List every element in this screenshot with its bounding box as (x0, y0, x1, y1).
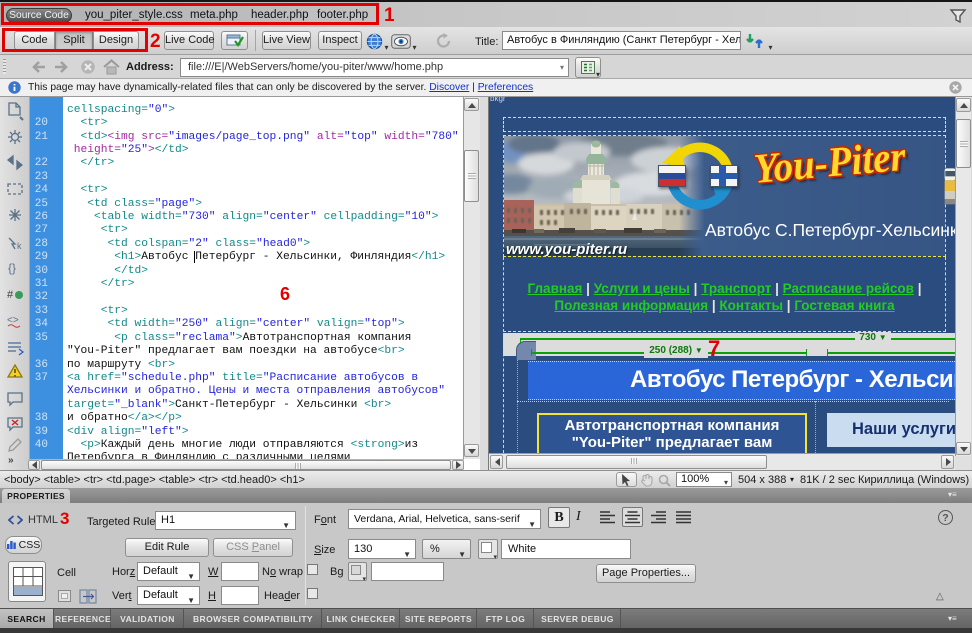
svg-text:#: # (7, 289, 14, 301)
svg-text:»: » (8, 455, 14, 466)
svg-text:k: k (17, 241, 22, 251)
svg-text:{}: {} (8, 261, 16, 275)
svg-text:<>: <> (7, 315, 19, 326)
